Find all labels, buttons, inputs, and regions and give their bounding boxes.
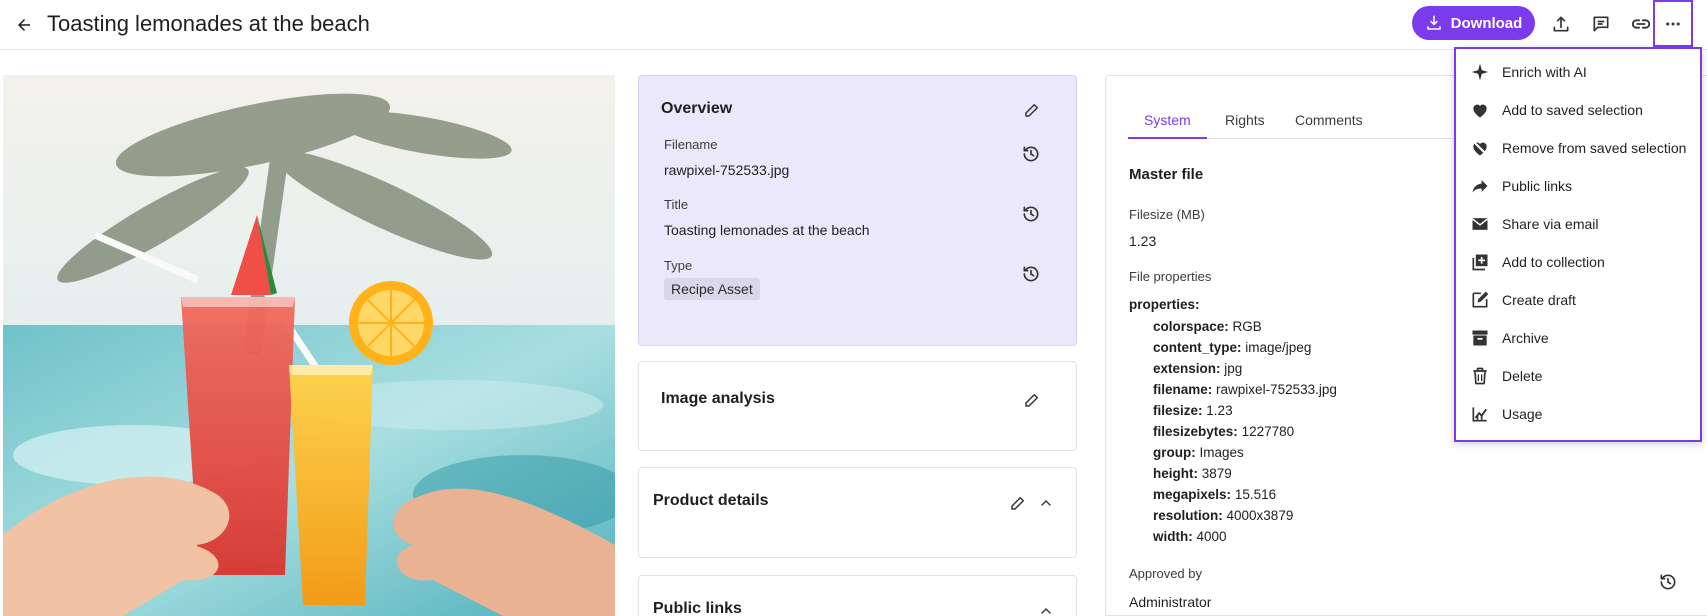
menu-item-remove-from-saved-selection[interactable]: Remove from saved selection <box>1456 129 1700 167</box>
pencil-icon <box>1025 104 1038 117</box>
comment-icon <box>1593 16 1609 32</box>
overview-title: Overview <box>661 100 733 117</box>
download-icon <box>1426 15 1441 30</box>
image-analysis-card: Image analysis <box>638 361 1077 451</box>
lemonade-photo-illustration <box>3 75 615 616</box>
upload-icon <box>1553 16 1569 32</box>
properties-heading: properties: <box>1129 297 1200 312</box>
property-row: filesize: 1.23 <box>1153 403 1233 418</box>
property-row: width: 4000 <box>1153 529 1227 544</box>
overview-card: Overview Filename rawpixel-752533.jpg Ti… <box>638 75 1077 346</box>
more-options-button[interactable] <box>1653 0 1693 47</box>
edit-icon <box>1470 290 1490 310</box>
menu-item-enrich-with-ai[interactable]: Enrich with AI <box>1456 53 1700 91</box>
master-file-title: Master file <box>1129 166 1204 183</box>
property-row: content_type: image/jpeg <box>1153 340 1312 355</box>
history-icon <box>1660 574 1676 590</box>
menu-item-archive[interactable]: Archive <box>1456 319 1700 357</box>
sparkle-icon <box>1470 62 1490 82</box>
link-icon <box>1631 19 1651 29</box>
property-row: filename: rawpixel-752533.jpg <box>1153 382 1337 397</box>
history-icon <box>1023 206 1039 222</box>
active-tab-indicator <box>1128 137 1207 139</box>
pencil-icon <box>1011 497 1024 510</box>
trash-icon <box>1470 366 1490 386</box>
chevron-up-icon <box>1041 608 1051 614</box>
image-analysis-title: Image analysis <box>661 390 775 407</box>
approved-by-label: Approved by <box>1129 566 1202 581</box>
menu-item-usage[interactable]: Usage <box>1456 395 1700 433</box>
filename-value: rawpixel-752533.jpg <box>664 162 790 178</box>
property-row: resolution: 4000x3879 <box>1153 508 1294 523</box>
tab-rights[interactable]: Rights <box>1225 112 1265 128</box>
page-title: Toasting lemonades at the beach <box>47 11 370 36</box>
property-row: height: 3879 <box>1153 466 1232 481</box>
menu-item-add-to-collection[interactable]: Add to collection <box>1456 243 1700 281</box>
title-value: Toasting lemonades at the beach <box>664 222 870 238</box>
menu-item-share-via-email[interactable]: Share via email <box>1456 205 1700 243</box>
approved-by-history-button[interactable] <box>1656 570 1680 594</box>
approved-by-value: Administrator <box>1129 594 1212 610</box>
more-options-menu: Enrich with AI Add to saved selection Re… <box>1454 47 1702 442</box>
history-icon <box>1023 266 1039 282</box>
property-row: colorspace: RGB <box>1153 319 1262 334</box>
file-properties-label: File properties <box>1129 269 1212 284</box>
share-arrow-icon <box>1470 176 1490 196</box>
pencil-icon <box>1025 394 1038 407</box>
menu-item-add-to-saved-selection[interactable]: Add to saved selection <box>1456 91 1700 129</box>
chevron-up-icon <box>1041 500 1051 506</box>
tab-system[interactable]: System <box>1144 112 1191 128</box>
property-row: group: Images <box>1153 445 1244 460</box>
type-chip: Recipe Asset <box>664 278 760 300</box>
property-row: extension: jpg <box>1153 361 1243 376</box>
edit-product-details-button[interactable] <box>1006 491 1030 515</box>
type-history-button[interactable] <box>1019 262 1043 286</box>
edit-overview-button[interactable] <box>1020 98 1044 122</box>
top-bar: Toasting lemonades at the beach Download <box>0 0 1707 50</box>
product-details-card: Product details <box>638 467 1077 558</box>
collapse-public-links-button[interactable] <box>1034 599 1058 616</box>
type-label: Type <box>664 258 693 273</box>
edit-image-analysis-button[interactable] <box>1020 388 1044 412</box>
collection-add-icon <box>1470 252 1490 272</box>
heart-off-icon <box>1470 138 1490 158</box>
product-details-title: Product details <box>653 492 769 509</box>
menu-item-create-draft[interactable]: Create draft <box>1456 281 1700 319</box>
collapse-product-details-button[interactable] <box>1034 491 1058 515</box>
title-history-button[interactable] <box>1019 202 1043 226</box>
filename-label: Filename <box>664 137 718 152</box>
title-label: Title <box>664 197 689 212</box>
heart-icon <box>1470 100 1490 120</box>
back-button[interactable] <box>10 11 38 39</box>
menu-item-delete[interactable]: Delete <box>1456 357 1700 395</box>
download-label: Download <box>1450 14 1523 32</box>
filename-history-button[interactable] <box>1019 142 1043 166</box>
email-icon <box>1470 214 1490 234</box>
menu-item-public-links[interactable]: Public links <box>1456 167 1700 205</box>
property-row: megapixels: 15.516 <box>1153 487 1277 502</box>
usage-chart-icon <box>1470 404 1490 424</box>
filesize-label: Filesize (MB) <box>1129 207 1205 222</box>
public-links-card: Public links <box>638 575 1077 616</box>
history-icon <box>1023 146 1039 162</box>
public-links-title: Public links <box>653 600 742 616</box>
archive-icon <box>1470 328 1490 348</box>
download-button[interactable]: Download <box>1412 6 1535 40</box>
tab-comments[interactable]: Comments <box>1295 112 1363 128</box>
asset-preview-image <box>3 75 615 616</box>
arrow-left-icon <box>18 19 30 31</box>
upload-button[interactable] <box>1547 10 1575 38</box>
filesize-value: 1.23 <box>1129 233 1157 249</box>
link-button[interactable] <box>1627 10 1655 38</box>
property-row: filesizebytes: 1227780 <box>1153 424 1295 439</box>
comment-button[interactable] <box>1587 10 1615 38</box>
more-horizontal-icon <box>1666 22 1680 25</box>
